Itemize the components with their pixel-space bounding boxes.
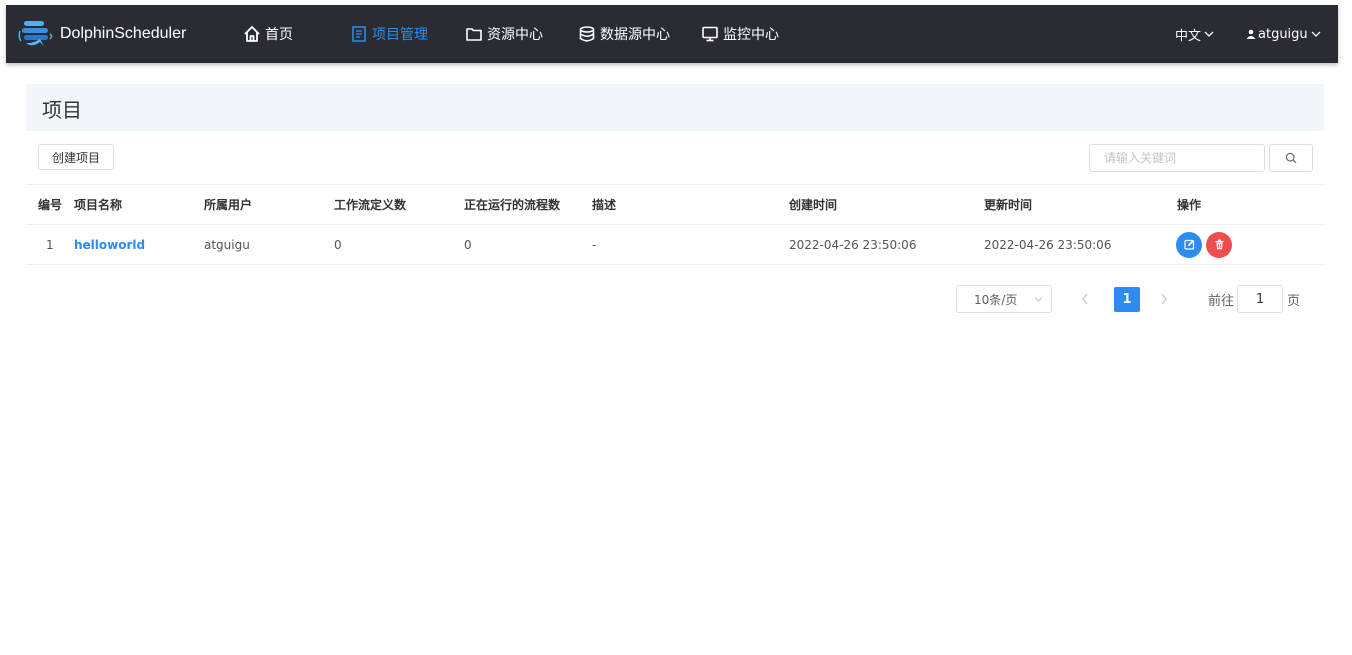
- prev-page-button[interactable]: [1071, 285, 1099, 313]
- chevron-right-icon: [1161, 293, 1167, 305]
- nav-label: 项目管理: [372, 27, 428, 43]
- chevron-left-icon: [1082, 293, 1088, 305]
- search-input[interactable]: [1089, 144, 1265, 172]
- row-index: 1: [46, 237, 54, 252]
- trash-icon: [1215, 239, 1223, 250]
- page-size-value: 10条/页: [974, 292, 1018, 307]
- app-logo[interactable]: DolphinScheduler: [18, 17, 186, 51]
- chevron-down-icon: [1034, 297, 1043, 302]
- column-header: 项目名称: [74, 198, 123, 212]
- top-navbar: DolphinScheduler 首页 项目管理 资源中心 数据源中心 监控中心…: [6, 5, 1338, 63]
- column-header: 正在运行的流程数: [464, 198, 561, 212]
- page-size-select[interactable]: 10条/页: [956, 285, 1052, 313]
- edit-icon: [1183, 239, 1194, 250]
- column-header: 创建时间: [789, 198, 838, 212]
- nav-label: 监控中心: [723, 27, 779, 43]
- dolphin-logo-icon: [18, 21, 53, 46]
- nav-label: 首页: [265, 27, 293, 43]
- user-name: atguigu: [1258, 26, 1308, 42]
- project-description: -: [592, 237, 597, 252]
- nav-home[interactable]: 首页: [243, 5, 293, 63]
- search-icon: [1285, 152, 1297, 164]
- nav-monitor[interactable]: 监控中心: [701, 5, 779, 63]
- goto-label: 前往: [1208, 293, 1235, 309]
- language-dropdown[interactable]: 中文: [1175, 5, 1214, 63]
- delete-button[interactable]: [1206, 231, 1232, 258]
- document-icon: [352, 26, 366, 42]
- page-header: 项目: [26, 84, 1324, 131]
- language-label: 中文: [1175, 28, 1202, 44]
- monitor-icon: [702, 26, 718, 42]
- chevron-down-icon: [1204, 31, 1214, 37]
- workflow-count: 0: [334, 237, 342, 252]
- column-header: 编号: [38, 198, 63, 212]
- edit-button[interactable]: [1176, 231, 1202, 258]
- update-time: 2022-04-26 23:50:06: [984, 237, 1112, 252]
- table-row: 1 helloworld atguigu 0 0 - 2022-04-26 23…: [26, 225, 1324, 265]
- nav-label: 数据源中心: [600, 27, 670, 43]
- goto-suffix: 页: [1287, 293, 1301, 309]
- current-page-button[interactable]: 1: [1114, 287, 1140, 312]
- create-time: 2022-04-26 23:50:06: [789, 237, 917, 252]
- user-dropdown[interactable]: atguigu: [1246, 5, 1321, 63]
- chevron-down-icon: [1311, 31, 1321, 37]
- row-actions: [1176, 225, 1236, 264]
- column-header: 操作: [1177, 198, 1202, 212]
- nav-resources[interactable]: 资源中心: [465, 5, 543, 63]
- nav-datasource[interactable]: 数据源中心: [578, 5, 670, 63]
- column-header: 更新时间: [984, 198, 1033, 212]
- column-header: 工作流定义数: [334, 198, 407, 212]
- running-count: 0: [464, 237, 472, 252]
- page-title: 项目: [42, 98, 82, 122]
- search-button[interactable]: [1269, 144, 1313, 172]
- database-icon: [579, 26, 595, 42]
- table-header-row: 编号 项目名称 所属用户 工作流定义数 正在运行的流程数 描述 创建时间 更新时…: [26, 184, 1324, 225]
- home-icon: [244, 26, 260, 42]
- app-name: DolphinScheduler: [60, 25, 187, 42]
- project-name-link[interactable]: helloworld: [74, 225, 145, 264]
- next-page-button[interactable]: [1150, 285, 1178, 313]
- column-header: 所属用户: [204, 198, 253, 212]
- column-header: 描述: [592, 198, 617, 212]
- folder-icon: [466, 28, 482, 41]
- nav-projects[interactable]: 项目管理: [350, 5, 428, 63]
- project-owner: atguigu: [204, 237, 250, 252]
- create-project-button[interactable]: 创建项目: [38, 144, 114, 170]
- user-icon: [1246, 29, 1256, 39]
- projects-table: 编号 项目名称 所属用户 工作流定义数 正在运行的流程数 描述 创建时间 更新时…: [26, 184, 1324, 265]
- goto-page-input[interactable]: [1237, 285, 1283, 313]
- nav-label: 资源中心: [487, 27, 543, 43]
